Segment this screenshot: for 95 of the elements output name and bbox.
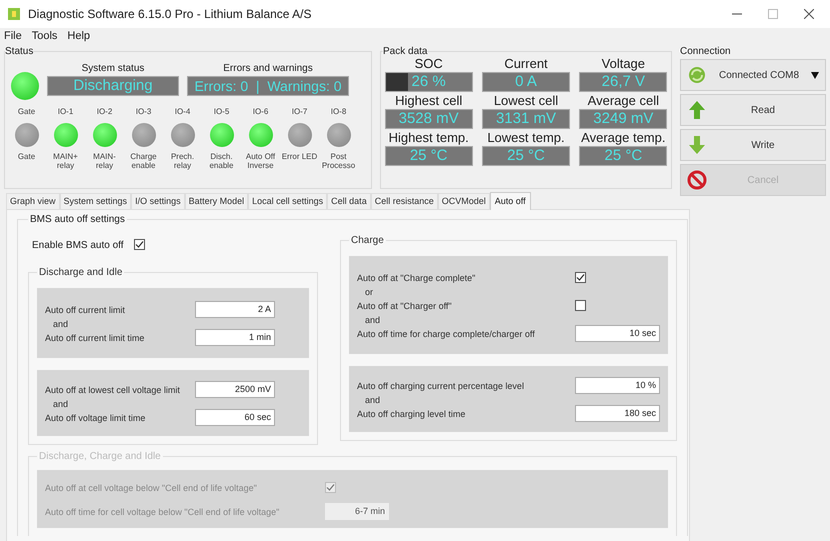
pack-display: 25 °C xyxy=(482,146,570,166)
connector-text: and xyxy=(53,399,68,409)
input-field[interactable]: 60 sec xyxy=(195,408,275,426)
pack-label: Average cell xyxy=(588,92,659,109)
io-label: IO-7 xyxy=(292,106,308,118)
io-label: IO-6 xyxy=(252,106,268,118)
up-arrow-icon xyxy=(687,100,707,120)
io-label: IO-5 xyxy=(214,106,230,118)
io-label: Gate xyxy=(18,106,36,118)
setting-label: Auto off current limit xyxy=(45,305,125,315)
group-title: Connection xyxy=(680,45,731,59)
connector-text: and xyxy=(53,319,68,329)
input-field[interactable]: 2500 mV xyxy=(195,380,275,398)
io-description: Gate xyxy=(16,152,36,161)
group-title: BMS auto off settings xyxy=(29,213,126,227)
io-description: MAIN+ relay xyxy=(52,152,79,170)
connector-text: or xyxy=(365,287,374,297)
setting-label: Auto off at lowest cell voltage limit xyxy=(45,385,180,395)
caret-icon xyxy=(811,72,819,78)
checked-checkbox[interactable] xyxy=(134,239,145,250)
setting-label: Auto off charging current percentage level xyxy=(357,381,524,391)
menu-item[interactable]: Help xyxy=(67,28,90,44)
pack-label: Current xyxy=(504,55,548,72)
tab[interactable]: I/O settings xyxy=(131,193,185,209)
tab[interactable]: System settings xyxy=(60,193,132,209)
pack-display: 3528 mV xyxy=(384,109,473,129)
input-field[interactable]: 10 % xyxy=(575,376,660,394)
setting-label: Auto off charging level time xyxy=(357,409,466,419)
errors-display: Errors: 0 | Warnings: 0 xyxy=(187,76,349,96)
pack-display: 3131 mV xyxy=(482,109,570,129)
io-description: Prech. relay xyxy=(170,152,196,170)
connection-dropdown[interactable]: Connected COM8 xyxy=(680,59,826,91)
tab[interactable]: Cell data xyxy=(327,193,371,209)
refresh-icon xyxy=(687,65,707,85)
io-label: IO-8 xyxy=(330,106,346,118)
tab[interactable]: Battery Model xyxy=(184,193,248,209)
pack-display: 25 °C xyxy=(384,146,473,166)
action-button[interactable]: Read xyxy=(680,94,826,126)
setting-label: Auto off at "Charge complete" xyxy=(357,273,476,283)
close-icon[interactable] xyxy=(804,9,814,19)
pack-label: Highest temp. xyxy=(388,129,469,146)
io-label: IO-3 xyxy=(136,106,152,118)
setting-label: Auto off at "Charger off" xyxy=(357,301,452,311)
io-description: MAIN- relay xyxy=(92,152,117,170)
checkbox[interactable] xyxy=(575,300,586,310)
io-description: Charge enable xyxy=(129,152,158,170)
io-description: Post Processo xyxy=(320,152,356,170)
group-title: Discharge, Charge and Idle xyxy=(38,450,162,464)
tab[interactable]: Local cell settings xyxy=(248,193,328,209)
group-title: Discharge and Idle xyxy=(38,266,124,280)
setting-label: Auto off at cell voltage below "Cell end of life voltage" xyxy=(45,483,257,493)
pack-label: Voltage xyxy=(602,55,646,72)
tab[interactable]: OCVModel xyxy=(438,193,490,209)
enable-label: Enable BMS auto off xyxy=(32,238,124,252)
group-title: Status xyxy=(5,45,34,59)
errors-label: Errors and warnings xyxy=(223,62,313,76)
input-field[interactable]: 10 sec xyxy=(575,324,660,342)
io-description: Disch. enable xyxy=(208,152,235,170)
io-description: Auto Off Inverse xyxy=(244,152,276,170)
connector-text: and xyxy=(365,395,380,405)
tab[interactable]: Auto off xyxy=(490,192,531,210)
pack-display: 26 % xyxy=(384,72,473,92)
down-arrow-icon xyxy=(687,135,707,155)
setting-label: Auto off current limit time xyxy=(45,333,144,343)
pack-display: 25 °C xyxy=(579,146,668,166)
group-title: Charge xyxy=(350,234,385,248)
system-status-display: Discharging xyxy=(47,76,179,96)
system-status-label: System status xyxy=(82,62,144,76)
input-field[interactable]: 180 sec xyxy=(575,404,660,422)
setting-label: Auto off voltage limit time xyxy=(45,413,146,423)
io-label: IO-1 xyxy=(58,106,74,118)
pack-label: Average temp. xyxy=(581,129,666,146)
app-icon xyxy=(8,8,20,20)
menu-item[interactable]: File xyxy=(4,28,22,44)
tab[interactable]: Graph view xyxy=(6,193,60,209)
no-entry-icon xyxy=(687,170,707,190)
io-label: IO-2 xyxy=(96,106,112,118)
io-description: Error LED xyxy=(280,152,318,161)
connector-text: and xyxy=(365,315,380,325)
pack-label: Lowest temp. xyxy=(487,129,565,146)
pack-label: Lowest cell xyxy=(494,92,558,109)
pack-display: 26,7 V xyxy=(579,72,668,92)
menu-item[interactable]: Tools xyxy=(32,28,58,44)
pack-display: 3249 mV xyxy=(579,109,668,129)
action-button[interactable]: Write xyxy=(680,129,826,161)
setting-label: Auto off time for charge complete/charger off xyxy=(357,329,535,339)
input-field[interactable]: 1 min xyxy=(195,328,275,346)
input-field[interactable]: 2 A xyxy=(195,300,275,318)
setting-label: Auto off time for cell voltage below "Cell end of life voltage" xyxy=(45,507,280,517)
pack-label: Highest cell xyxy=(395,92,462,109)
checked-checkbox[interactable] xyxy=(575,272,586,282)
window-title: Diagnostic Software 6.15.0 Pro - Lithium Balance A/S xyxy=(28,6,312,23)
pack-display: 0 A xyxy=(482,72,570,92)
tab[interactable]: Cell resistance xyxy=(370,193,438,209)
io-label: IO-4 xyxy=(174,106,190,118)
